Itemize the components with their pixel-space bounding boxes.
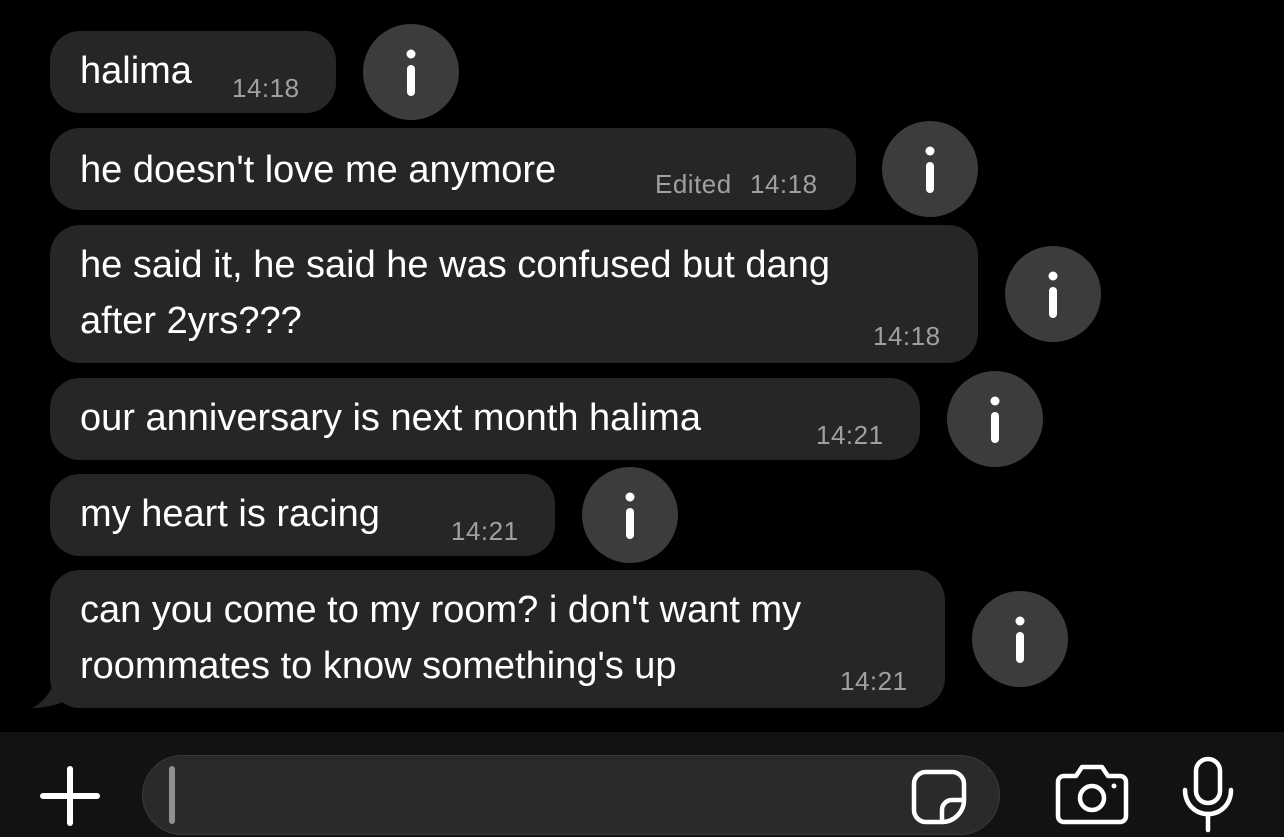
message-info-button[interactable] (972, 591, 1068, 687)
message-text: our anniversary is next month halima (80, 397, 701, 439)
message-text: can you come to my room? i don't want my (80, 589, 802, 631)
message-timestamp: 14:21 (840, 666, 908, 696)
message-bubble[interactable]: he said it, he said he was confused but … (50, 225, 978, 363)
message-text: after 2yrs??? (80, 300, 302, 342)
sticker-icon (911, 769, 967, 825)
text-cursor (169, 766, 175, 824)
message-timestamp: 14:18 (873, 321, 941, 351)
message-info-button[interactable] (582, 467, 678, 563)
message-bubble[interactable]: our anniversary is next month halima 14:… (50, 378, 920, 460)
message-text: he said it, he said he was confused but … (80, 244, 830, 286)
info-icon (1048, 271, 1058, 318)
message-bubble[interactable]: can you come to my room? i don't want my… (50, 570, 945, 708)
message-info-button[interactable] (947, 371, 1043, 467)
chat-screen: halima 14:18 he doesn't love me anymore … (0, 0, 1284, 837)
camera-button[interactable] (1054, 762, 1130, 826)
message-text: halima (80, 50, 192, 92)
message-bubble[interactable]: halima 14:18 (50, 31, 336, 113)
sticker-button[interactable] (910, 768, 968, 826)
message-text: roommates to know something's up (80, 645, 677, 687)
message-timestamp: 14:18 (750, 169, 818, 199)
microphone-button[interactable] (1176, 756, 1240, 834)
add-attachment-button[interactable] (38, 764, 102, 828)
message-info-button[interactable] (882, 121, 978, 217)
microphone-icon (1182, 756, 1234, 833)
info-icon (406, 49, 416, 96)
info-icon (1015, 616, 1025, 663)
message-input-field[interactable] (142, 755, 1000, 836)
message-info-button[interactable] (363, 24, 459, 120)
message-text: he doesn't love me anymore (80, 149, 557, 191)
info-icon (925, 146, 935, 193)
info-icon (990, 396, 1000, 443)
message-info-button[interactable] (1005, 246, 1101, 342)
message-timestamp: 14:21 (451, 516, 519, 546)
camera-icon (1055, 764, 1129, 825)
message-bubble[interactable]: my heart is racing 14:21 (50, 474, 555, 556)
plus-icon (40, 766, 100, 826)
message-text: my heart is racing (80, 493, 380, 535)
message-timestamp: 14:21 (816, 420, 884, 450)
message-edited-label: Edited (655, 169, 732, 199)
message-input[interactable] (183, 756, 887, 836)
message-bubble[interactable]: he doesn't love me anymore Edited 14:18 (50, 128, 856, 210)
info-icon (625, 492, 635, 539)
message-timestamp: 14:18 (232, 73, 300, 103)
